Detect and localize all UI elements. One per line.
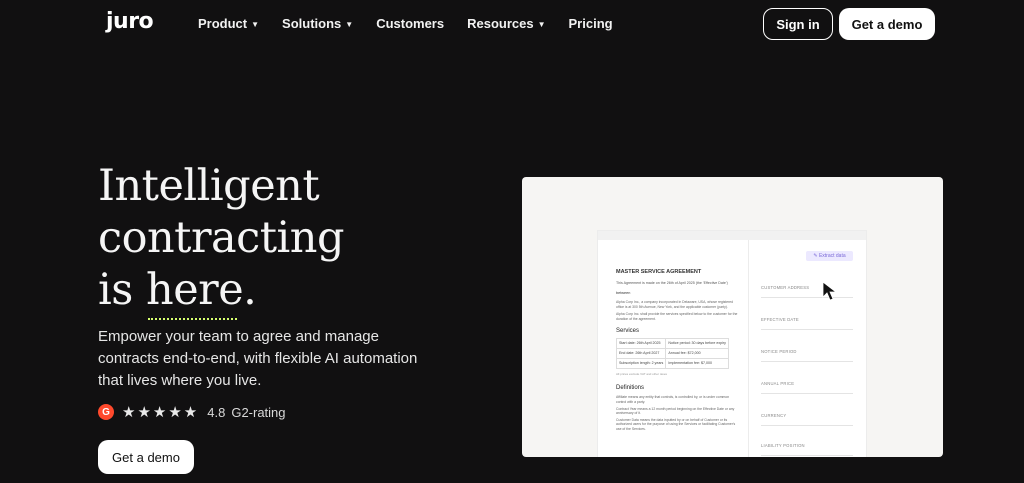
extract-data-button[interactable]: ✎ Extract data <box>806 251 853 261</box>
contract-party-1: Alpha Corp Inc., a company incorporated … <box>616 300 734 309</box>
juro-logo[interactable]: juro <box>106 9 154 34</box>
table-cell: Notice period: 30 days before expiry <box>665 338 729 350</box>
headline-highlight-text: here <box>146 265 244 315</box>
top-navigation: juro Product ▼ Solutions ▼ Customers Res… <box>0 0 1024 48</box>
table-note: All prices exclude VAT and other taxes <box>616 372 668 377</box>
contract-document: MASTER SERVICE AGREEMENT This Agreement … <box>598 231 866 457</box>
nav-customers[interactable]: Customers <box>376 16 444 31</box>
contract-body: MASTER SERVICE AGREEMENT This Agreement … <box>615 269 738 432</box>
chevron-down-icon: ▼ <box>251 19 260 29</box>
get-a-demo-nav-button[interactable]: Get a demo <box>839 8 935 40</box>
nav-solutions-label: Solutions <box>282 16 342 31</box>
headline-highlight-word: here <box>146 264 244 320</box>
table-cell: Subscription length: 2 years <box>615 358 667 370</box>
field-liability-position: LIABILITY POSITION <box>761 443 805 448</box>
document-toolbar <box>598 231 866 240</box>
table-cell: End date: 26th April 2027 <box>615 348 667 360</box>
field-customer-address: CUSTOMER ADDRESS <box>761 285 810 290</box>
nav-pricing[interactable]: Pricing <box>569 16 613 31</box>
chevron-down-icon: ▼ <box>537 19 546 29</box>
contract-title: MASTER SERVICE AGREEMENT <box>616 269 702 275</box>
hero-subtitle: Empower your team to agree and manage co… <box>98 328 418 389</box>
table-cell: Implementation fee: $7,000 <box>665 358 729 370</box>
definition-2: Contract Year means a 12 month period be… <box>616 406 735 416</box>
rating-label: G2-rating <box>231 404 286 420</box>
nav-resources[interactable]: Resources ▼ <box>467 16 545 31</box>
contract-between: between <box>616 291 631 295</box>
headline-line-1: Intelligent <box>98 161 320 211</box>
services-heading: Services <box>616 328 640 335</box>
nav-product-label: Product <box>198 16 248 31</box>
star-rating-icons: ★★★★★ <box>122 404 200 421</box>
nav-resources-label: Resources <box>467 16 534 31</box>
field-input-line[interactable] <box>761 329 853 330</box>
headline-line-3-prefix: is <box>98 265 146 315</box>
dotted-underline <box>148 318 238 320</box>
definition-3: Customer Data means the data inputted by… <box>616 417 736 431</box>
sign-in-button[interactable]: Sign in <box>763 8 833 40</box>
field-input-line[interactable] <box>761 455 853 456</box>
headline-line-3-suffix: . <box>243 265 257 315</box>
field-input-line[interactable] <box>761 361 853 362</box>
contract-intro: This Agreement is made on the 26th of Ap… <box>616 281 728 285</box>
table-row: Subscription length: 2 years Implementat… <box>615 358 729 370</box>
main-menu: Product ▼ Solutions ▼ Customers Resource… <box>198 16 636 31</box>
g2-logo-icon: G <box>98 404 114 420</box>
definitions-heading: Definitions <box>616 385 645 392</box>
table-row: Start date: 26th April 2025 Notice perio… <box>615 338 729 350</box>
services-table: Start date: 26th April 2025 Notice perio… <box>615 338 729 370</box>
headline-line-2: contracting <box>98 213 344 263</box>
table-cell: Annual fee: $72,000 <box>665 348 729 360</box>
product-preview-panel: MASTER SERVICE AGREEMENT This Agreement … <box>522 177 943 457</box>
nav-product[interactable]: Product ▼ <box>198 16 259 31</box>
table-cell: Start date: 26th April 2025 <box>615 338 667 350</box>
get-a-demo-hero-button[interactable]: Get a demo <box>98 440 194 474</box>
headline-line-3: is here. <box>98 264 344 320</box>
hero-headline: Intelligent contracting is here. <box>98 160 344 320</box>
contract-party-2: Alpha Corp Inc. shall provide the servic… <box>616 312 738 321</box>
field-input-line[interactable] <box>761 393 853 394</box>
nav-solutions[interactable]: Solutions ▼ <box>282 16 353 31</box>
g2-rating: G ★★★★★ 4.8 G2-rating <box>98 403 286 421</box>
definition-1: Affiliate means any entity that controls… <box>616 395 730 404</box>
table-row: End date: 26th April 2027 Annual fee: $7… <box>615 348 729 360</box>
sidebar-divider <box>748 240 749 457</box>
field-annual-price: ANNUAL PRICE <box>761 381 795 386</box>
field-effective-date: EFFECTIVE DATE <box>761 317 799 322</box>
nav-customers-label: Customers <box>376 16 445 31</box>
mouse-cursor-icon <box>822 281 838 301</box>
field-input-line[interactable] <box>761 297 853 298</box>
rating-score: 4.8 <box>207 404 226 420</box>
chevron-down-icon: ▼ <box>345 19 354 29</box>
field-input-line[interactable] <box>761 425 853 426</box>
field-notice-period: NOTICE PERIOD <box>761 349 797 354</box>
nav-pricing-label: Pricing <box>568 16 613 31</box>
field-currency: CURRENCY <box>761 413 787 418</box>
